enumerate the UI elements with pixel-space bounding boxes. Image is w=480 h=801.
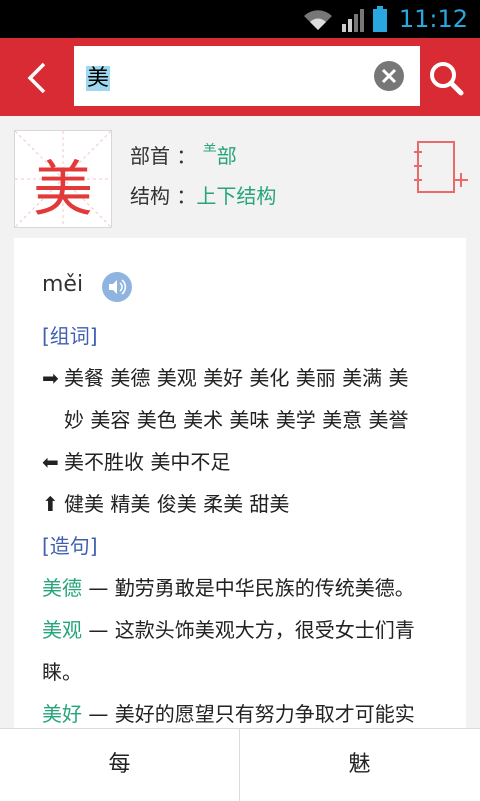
- wifi-icon: [304, 10, 332, 30]
- words-up-line: ⬆ 健美 精美 俊美 柔美 甜美: [42, 492, 290, 516]
- back-arrow-icon[interactable]: [18, 58, 58, 98]
- words-forward-line1: ➡ 美餐 美德 美观 美好 美化 美丽 美满 美: [42, 366, 409, 390]
- status-time: 11:12: [398, 5, 468, 33]
- prev-character-button[interactable]: 每: [0, 729, 240, 801]
- sentence-continuation: 睐。: [42, 660, 82, 684]
- left-arrow-icon: ⬅: [42, 450, 59, 474]
- signal-icon: [342, 9, 364, 32]
- sentence-item: 美好 — 美好的愿望只有努力争取才可能实: [42, 702, 415, 726]
- definition-card: měi [组词] ➡ 美餐 美德 美观 美好 美化 美丽 美满 美 妙 美容 美色…: [14, 238, 466, 730]
- radical-glyph: ⺷: [202, 143, 217, 159]
- search-input[interactable]: 美: [74, 46, 420, 106]
- pinyin: měi: [42, 272, 84, 297]
- sentence-word[interactable]: 美观: [42, 618, 82, 642]
- bottom-nav: 每 魅: [0, 728, 480, 801]
- radical-value: 部: [216, 144, 237, 168]
- clear-search-icon[interactable]: [374, 61, 404, 91]
- words-header: [组词]: [42, 324, 98, 348]
- sentence-word[interactable]: 美好: [42, 702, 82, 726]
- search-icon[interactable]: [426, 58, 466, 98]
- words-forward-line2: 妙 美容 美色 美术 美味 美学 美意 美誉: [64, 408, 409, 432]
- status-icons: [302, 6, 388, 32]
- sentence-item: 美观 — 这款头饰美观大方，很受女士们青: [42, 618, 415, 642]
- sentence-item: 美德 — 勤劳勇敢是中华民族的传统美德。: [42, 576, 415, 600]
- status-bar: 11:12: [0, 0, 480, 38]
- next-character-button[interactable]: 魅: [240, 729, 479, 801]
- sentences-header: [造句]: [42, 534, 98, 558]
- speaker-icon[interactable]: [102, 272, 132, 302]
- radical-label: 部首 ：: [130, 144, 197, 168]
- structure-row: 结构 ：上下结构: [130, 180, 276, 209]
- battery-icon: [373, 6, 387, 32]
- app-bar: 美: [0, 38, 480, 116]
- radical-row: 部首 ： ⺷部: [130, 140, 237, 169]
- add-to-notebook-icon[interactable]: [412, 140, 468, 196]
- right-arrow-icon: ➡: [42, 366, 59, 390]
- character-glyph: 美: [33, 155, 93, 225]
- search-query: 美: [86, 66, 111, 91]
- structure-label: 结构 ：: [130, 184, 197, 208]
- sentence-word[interactable]: 美德: [42, 576, 82, 600]
- character-tile: 美: [14, 130, 112, 228]
- structure-value: 上下结构: [196, 184, 277, 208]
- words-back-line: ⬅ 美不胜收 美中不足: [42, 450, 231, 474]
- up-arrow-icon: ⬆: [42, 492, 59, 516]
